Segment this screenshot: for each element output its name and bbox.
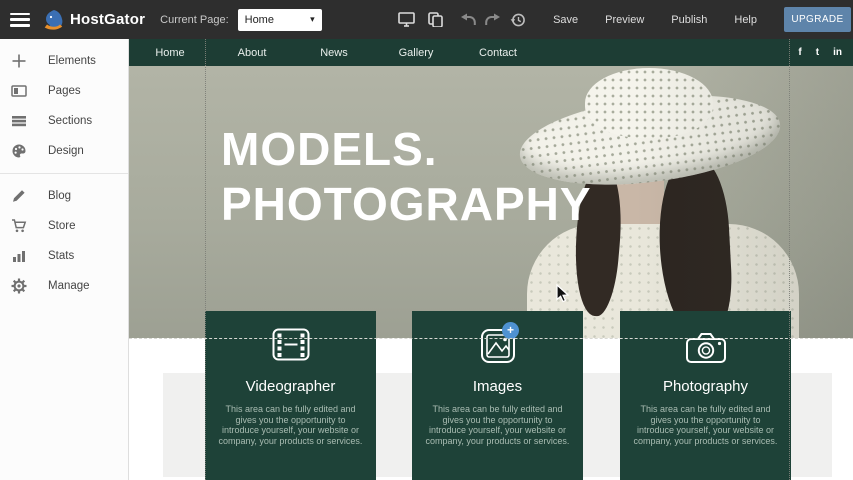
sidebar-item-store[interactable]: Store: [0, 211, 128, 241]
sidebar-item-label: Store: [48, 220, 76, 232]
site-nav-gallery[interactable]: Gallery: [375, 47, 457, 59]
sections-icon: [11, 113, 27, 129]
sidebar-divider: [0, 173, 128, 174]
mouse-cursor: [556, 284, 570, 309]
facebook-icon[interactable]: f: [798, 47, 801, 58]
current-page-value: Home: [245, 14, 274, 26]
sidebar-item-design[interactable]: Design: [0, 136, 128, 166]
publish-button[interactable]: Publish: [671, 14, 707, 26]
sidebar-item-label: Pages: [48, 85, 81, 97]
editor-sidebar: Elements Pages Sections: [0, 39, 129, 480]
hero-title[interactable]: MODELS. PHOTOGRAPHY: [221, 122, 592, 232]
palette-icon: [11, 143, 27, 159]
section-boundary-guide: [129, 338, 853, 339]
current-page-dropdown[interactable]: Home ▾: [238, 9, 322, 31]
feature-card-videographer[interactable]: Videographer This area can be fully edit…: [205, 311, 376, 480]
sidebar-item-manage[interactable]: Manage: [0, 271, 128, 301]
site-nav-news[interactable]: News: [293, 47, 375, 59]
card-body: This area can be fully edited and gives …: [620, 404, 791, 446]
feature-card-photography[interactable]: Photography This area can be fully edite…: [620, 311, 791, 480]
card-title: Videographer: [205, 378, 376, 395]
hostgator-logo: HostGator: [43, 9, 145, 31]
sidebar-item-label: Elements: [48, 55, 96, 67]
content-guide-line-right: [789, 39, 790, 480]
camera-icon: [620, 328, 791, 366]
hamburger-menu-icon[interactable]: [10, 13, 30, 27]
hero-title-line2: PHOTOGRAPHY: [221, 177, 592, 232]
help-button[interactable]: Help: [734, 14, 757, 26]
hero-section[interactable]: MODELS. PHOTOGRAPHY: [129, 66, 853, 338]
sidebar-item-label: Sections: [48, 115, 92, 127]
brand-name: HostGator: [70, 11, 145, 28]
mobile-view-icon[interactable]: [428, 12, 443, 27]
sidebar-item-label: Blog: [48, 190, 71, 202]
page-icon: [11, 83, 27, 99]
plus-icon: [11, 53, 27, 69]
card-body: This area can be fully edited and gives …: [205, 404, 376, 446]
card-title: Images: [412, 378, 583, 395]
site-nav-contact[interactable]: Contact: [457, 47, 539, 59]
editor-topbar: HostGator Current Page: Home ▾: [0, 0, 853, 39]
sidebar-item-sections[interactable]: Sections: [0, 106, 128, 136]
site-nav-about[interactable]: About: [211, 47, 293, 59]
gator-icon: [43, 9, 65, 31]
stats-icon: [11, 248, 27, 264]
save-button[interactable]: Save: [553, 14, 578, 26]
history-icon[interactable]: [510, 12, 526, 28]
sidebar-item-stats[interactable]: Stats: [0, 241, 128, 271]
sidebar-item-blog[interactable]: Blog: [0, 181, 128, 211]
feature-card-images[interactable]: + Images This area can be fully edited a…: [412, 311, 583, 480]
site-nav-home[interactable]: Home: [129, 47, 211, 59]
cart-icon: [11, 218, 27, 234]
card-title: Photography: [620, 378, 791, 395]
linkedin-icon[interactable]: in: [833, 47, 842, 58]
social-links: f t in: [798, 47, 842, 58]
preview-button[interactable]: Preview: [605, 14, 644, 26]
undo-icon[interactable]: [460, 13, 476, 26]
add-image-badge[interactable]: +: [502, 322, 519, 339]
sidebar-item-label: Stats: [48, 250, 74, 262]
sidebar-item-label: Design: [48, 145, 84, 157]
card-body: This area can be fully edited and gives …: [412, 404, 583, 446]
site-preview-canvas: Home About News Gallery Contact f t in M…: [129, 39, 853, 480]
film-icon: [205, 328, 376, 366]
pencil-icon: [11, 188, 27, 204]
gear-icon: [11, 278, 27, 294]
hero-photo-model: [612, 154, 664, 232]
hero-title-line1: MODELS.: [221, 122, 592, 177]
upgrade-button[interactable]: UPGRADE: [784, 7, 851, 32]
chevron-down-icon: ▾: [310, 14, 315, 25]
sidebar-item-elements[interactable]: Elements: [0, 46, 128, 76]
sidebar-item-label: Manage: [48, 280, 90, 292]
site-navbar: Home About News Gallery Contact f t in: [129, 39, 853, 66]
twitter-icon[interactable]: t: [816, 47, 819, 58]
image-icon: +: [412, 328, 583, 366]
redo-icon[interactable]: [485, 13, 501, 26]
current-page-label: Current Page:: [160, 14, 228, 26]
sidebar-item-pages[interactable]: Pages: [0, 76, 128, 106]
desktop-view-icon[interactable]: [398, 12, 415, 27]
hero-photo-hat: [585, 68, 713, 138]
content-guide-line-left: [205, 39, 206, 480]
